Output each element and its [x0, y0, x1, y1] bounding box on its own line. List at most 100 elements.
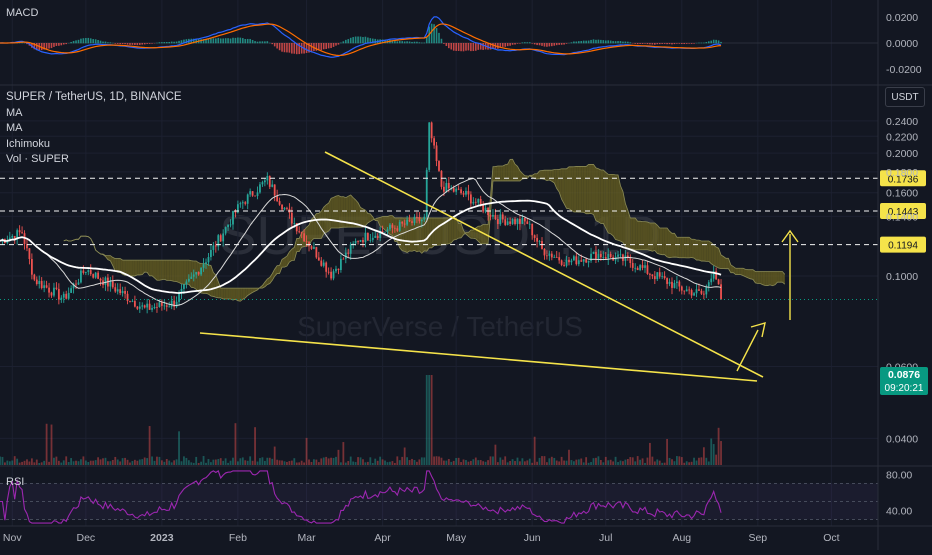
- candle-body: [311, 246, 313, 249]
- candle-body: [188, 279, 190, 282]
- candle-body: [703, 294, 705, 295]
- macd-histogram-bar: [652, 43, 654, 44]
- macd-histogram-bar: [137, 43, 139, 45]
- volume-bar: [607, 460, 609, 465]
- chart-root[interactable]: SUPERUSDT, 1D SuperVerse / TetherUS 0.17…: [0, 0, 932, 550]
- macd-label[interactable]: MACD: [6, 7, 38, 19]
- cloud-segment: [169, 260, 171, 281]
- cloud-segment: [132, 260, 134, 276]
- indicator-ma-2[interactable]: MA: [6, 121, 23, 135]
- volume-bar: [696, 461, 698, 465]
- cloud-segment: [459, 224, 461, 239]
- volume-bar: [453, 461, 455, 465]
- macd-histogram-bar: [450, 43, 452, 49]
- volume-bar: [610, 460, 612, 465]
- macd-histogram-bar: [620, 41, 622, 43]
- macd-histogram-bar: [468, 43, 470, 50]
- volume-bar: [92, 461, 94, 465]
- volume-bar: [477, 460, 479, 465]
- macd-histogram-bar: [345, 40, 347, 43]
- volume-bar: [472, 459, 474, 465]
- volume-bar: [114, 457, 116, 465]
- macd-histogram-bar: [404, 41, 406, 43]
- macd-histogram-bar: [617, 41, 619, 43]
- candle-body: [588, 261, 590, 263]
- macd-histogram-bar: [703, 43, 705, 44]
- cloud-segment: [608, 174, 610, 234]
- volume-bar: [617, 462, 619, 465]
- indicator-ma-1[interactable]: MA: [6, 106, 23, 120]
- macd-histogram-bar: [286, 43, 288, 52]
- volume-bar: [136, 461, 138, 465]
- macd-histogram-bar: [397, 41, 399, 43]
- macd-histogram-bar: [220, 38, 222, 43]
- indicator-volume[interactable]: Vol · SUPER: [6, 152, 69, 166]
- macd-histogram-bar: [122, 43, 124, 44]
- candle-body: [495, 215, 497, 219]
- candle-body: [433, 138, 435, 145]
- candle-body: [629, 258, 631, 263]
- volume-bar: [357, 457, 359, 465]
- rsi-label[interactable]: RSI: [6, 476, 24, 488]
- macd-histogram-bar: [504, 43, 506, 47]
- cloud-segment: [481, 225, 483, 244]
- macd-histogram-bar: [347, 39, 349, 43]
- volume-bar: [342, 442, 344, 465]
- volume-bar: [475, 458, 477, 465]
- macd-histogram-bar: [320, 43, 322, 50]
- volume-bar: [406, 457, 408, 465]
- macd-histogram-bar: [374, 39, 376, 43]
- price-tick-label: 0.2200: [886, 131, 918, 143]
- candle-body: [139, 307, 141, 309]
- cloud-segment: [763, 271, 765, 285]
- volume-bar: [242, 457, 244, 465]
- volume-bar: [141, 459, 143, 465]
- currency-button[interactable]: USDT: [885, 87, 925, 107]
- volume-bar: [691, 462, 693, 465]
- volume-bar: [693, 458, 695, 465]
- volume-bar: [109, 461, 111, 465]
- candle-body: [575, 256, 577, 264]
- volume-bar: [31, 458, 33, 465]
- candle-body: [134, 301, 136, 307]
- candle-body: [301, 232, 303, 233]
- volume-bar: [328, 458, 330, 465]
- cloud-segment: [155, 260, 157, 280]
- candle-body: [642, 265, 644, 268]
- volume-bar: [661, 463, 663, 465]
- time-tick-label: Feb: [229, 532, 247, 544]
- volume-bar: [276, 460, 278, 465]
- indicator-ichimoku[interactable]: Ichimoku: [6, 137, 50, 151]
- candle-body: [68, 293, 70, 299]
- macd-histogram-bar: [257, 42, 259, 44]
- macd-histogram-bar: [421, 43, 423, 44]
- volume-bar: [497, 462, 499, 465]
- cloud-segment: [569, 167, 571, 211]
- macd-histogram-bar: [441, 39, 443, 44]
- volume-bar: [529, 459, 531, 465]
- volume-bar: [347, 461, 349, 465]
- macd-histogram-bar: [343, 41, 345, 43]
- candle-body: [718, 279, 720, 284]
- macd-histogram-bar: [83, 38, 85, 43]
- candle-body: [656, 272, 658, 279]
- volume-bar: [232, 458, 234, 465]
- macd-histogram-bar: [517, 43, 519, 44]
- candle-body: [664, 276, 666, 278]
- cloud-segment: [471, 230, 473, 238]
- cloud-segment: [606, 172, 608, 233]
- symbol-title[interactable]: SUPER / TetherUS, 1D, BINANCE: [6, 90, 182, 104]
- last-price-value: 0.0876: [888, 369, 920, 381]
- volume-bar: [450, 462, 452, 465]
- candle-body: [519, 219, 521, 224]
- candle-body: [551, 254, 553, 258]
- candle-body: [548, 254, 550, 256]
- volume-bar: [715, 455, 717, 465]
- candle-body: [544, 249, 546, 255]
- candle-body: [56, 288, 58, 289]
- chart-canvas[interactable]: SUPERUSDT, 1D SuperVerse / TetherUS 0.17…: [0, 0, 932, 550]
- macd-histogram-bar: [119, 43, 121, 44]
- volume-bar: [333, 458, 335, 465]
- macd-histogram-bar: [144, 43, 146, 44]
- candle-body: [100, 279, 102, 281]
